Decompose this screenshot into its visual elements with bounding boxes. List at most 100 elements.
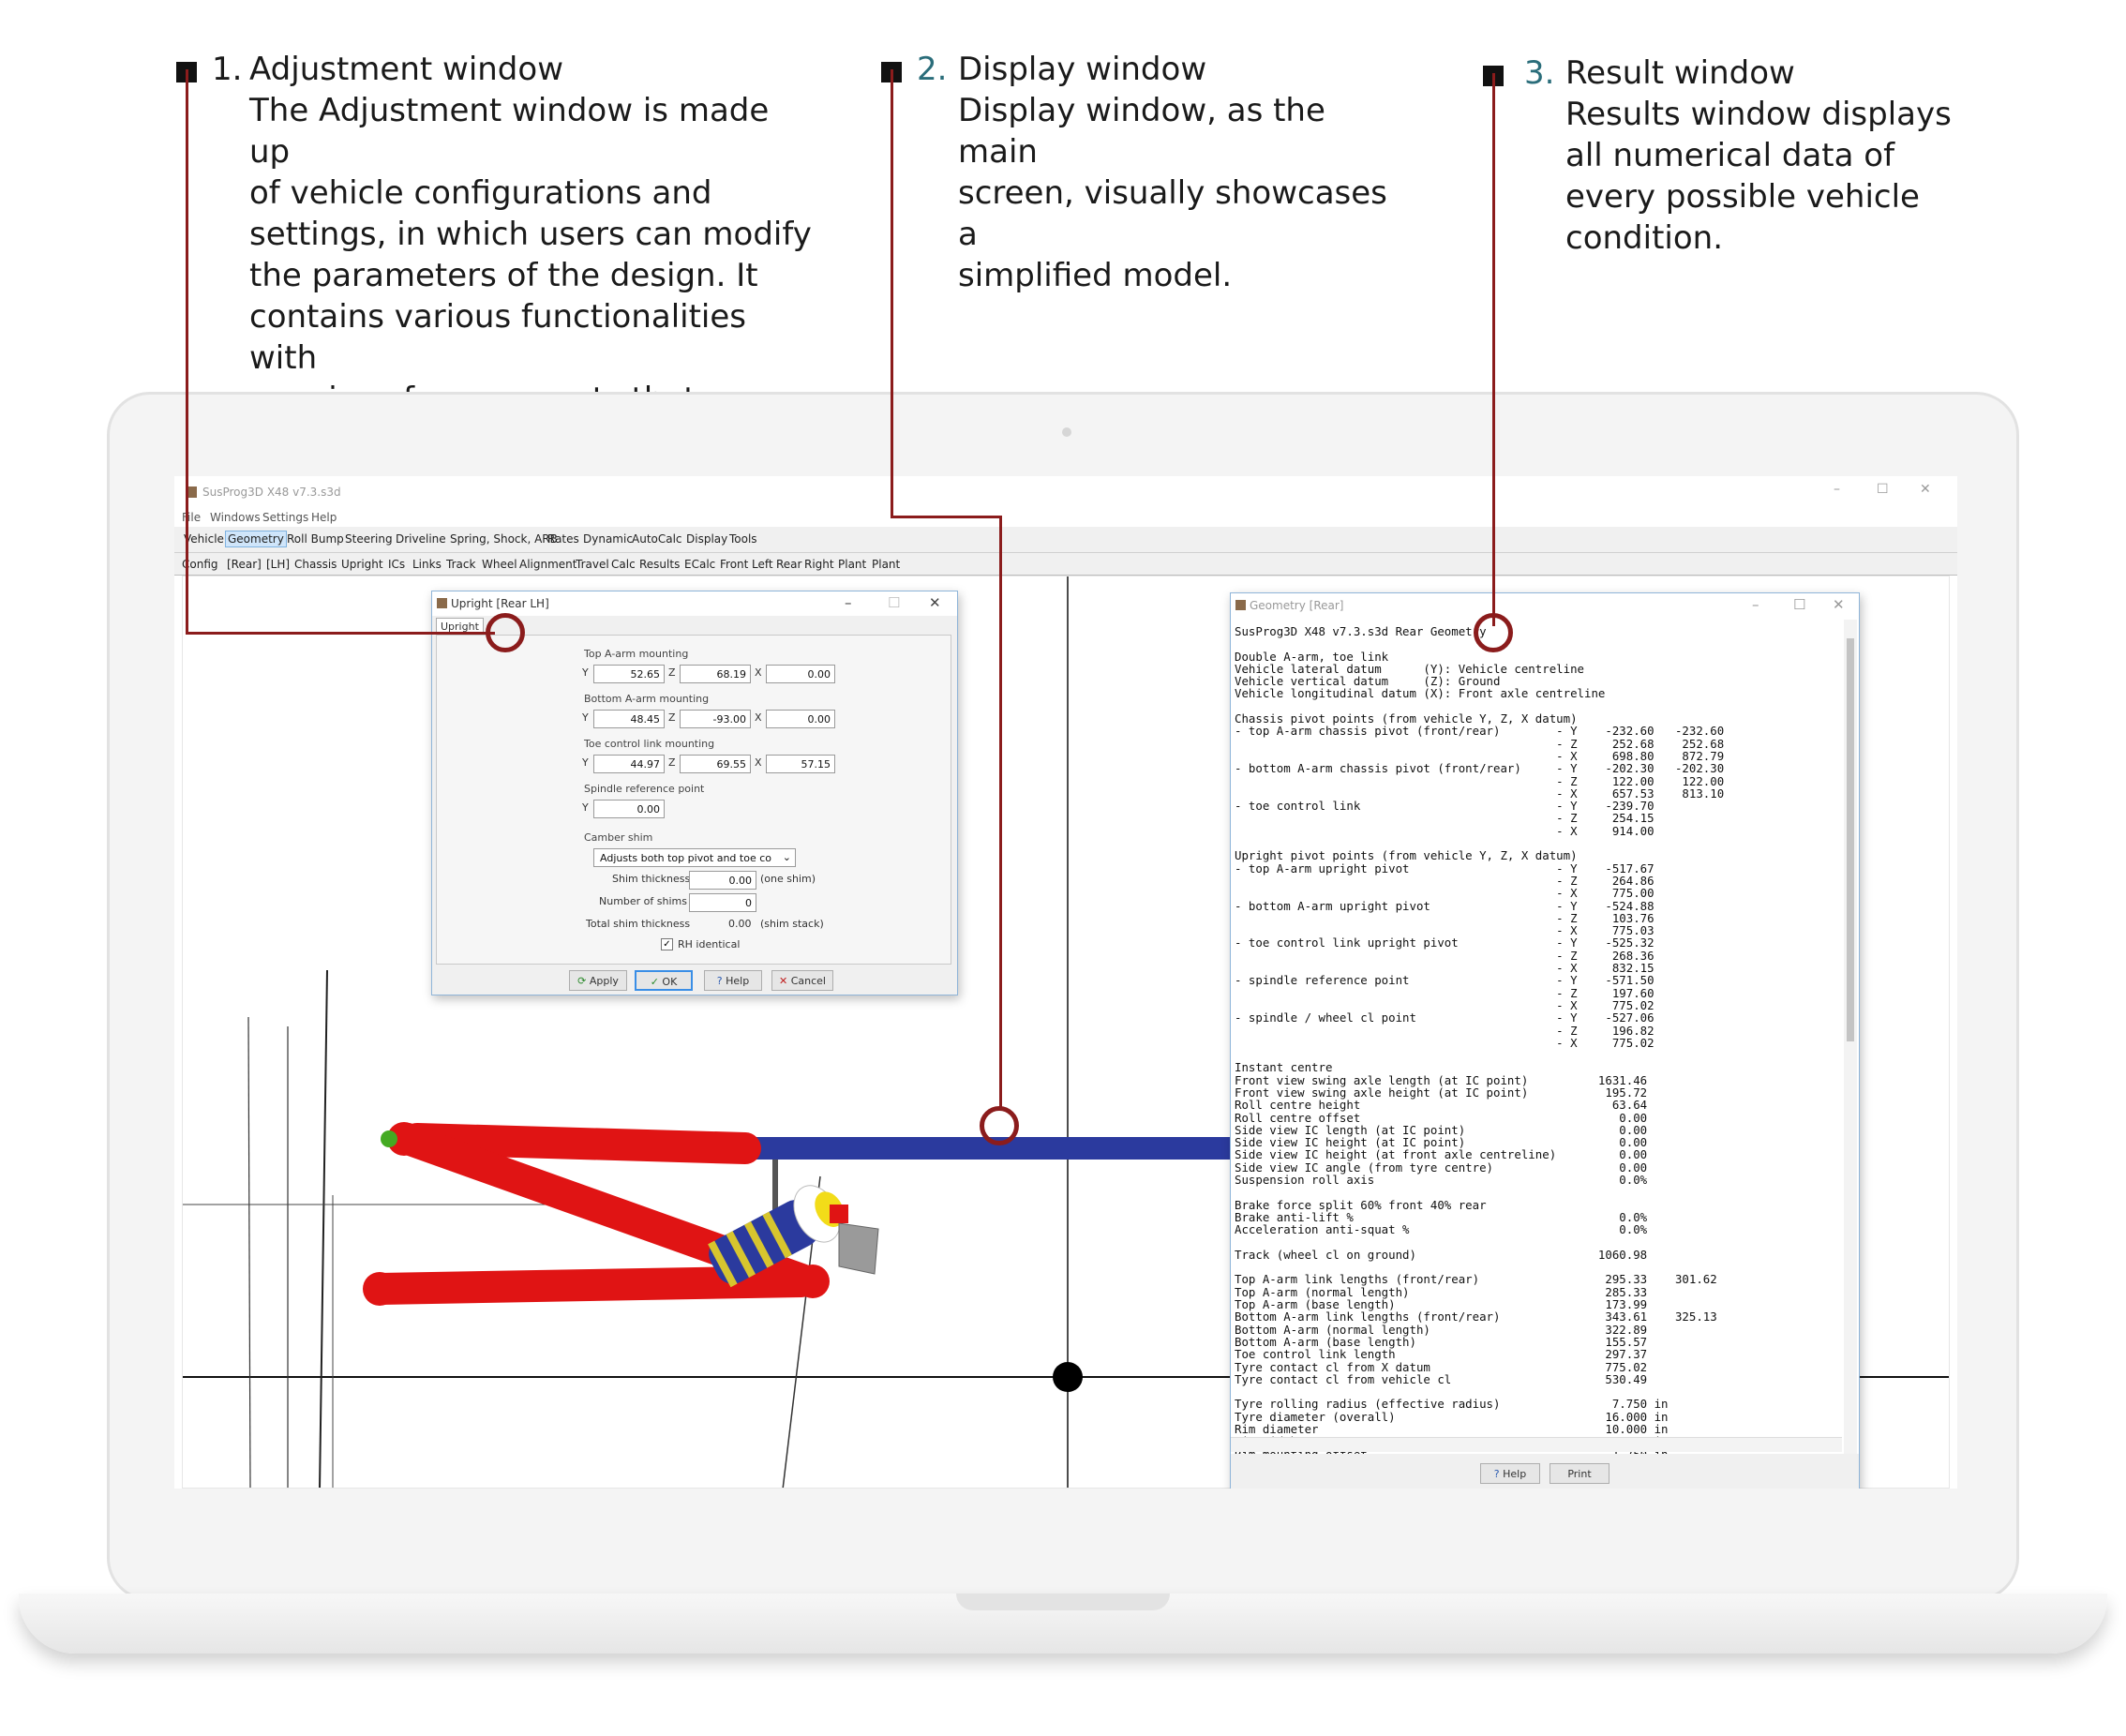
result-title: Geometry [Rear] — [1250, 599, 1344, 612]
menu-windows[interactable]: Windows — [210, 511, 261, 524]
subtab-links[interactable]: Links — [412, 558, 442, 571]
subtab-plant-2[interactable]: Plant — [872, 558, 900, 571]
menu-help[interactable]: Help — [311, 511, 337, 524]
callout-adjustment-window — [0, 0, 2126, 9]
toe-link-y-label: Y — [582, 756, 589, 769]
bottom-a-arm-x-input[interactable]: 0.00 — [766, 710, 835, 728]
menu-file[interactable]: File — [182, 511, 201, 524]
tab-tools[interactable]: Tools — [727, 532, 759, 546]
apply-button[interactable]: ⟳ Apply — [569, 970, 627, 991]
spindle-y-input[interactable]: 0.00 — [593, 800, 665, 818]
callout-1: 1. Adjustment window The Adjustment wind… — [176, 49, 814, 459]
result-close-button[interactable]: ✕ — [1833, 596, 1845, 613]
subtab-plant[interactable]: Plant — [838, 558, 866, 571]
rh-identical-checkbox[interactable]: ✓ — [661, 938, 673, 950]
laptop-screen: SusProg3D X48 v7.3.s3d – ☐ ✕ File Window… — [174, 476, 1957, 1489]
bottom-a-arm-y-input[interactable]: 48.45 — [593, 710, 665, 728]
subtab-ecalc[interactable]: ECalc — [684, 558, 715, 571]
cancel-label: Cancel — [790, 975, 826, 987]
pivot-joint-4 — [796, 1265, 830, 1298]
callout-3: 3. Result window Results window displays… — [1483, 52, 1970, 277]
adjustment-maximize-button[interactable]: ☐ — [888, 594, 900, 611]
tab-spring-shock-arb[interactable]: Spring, Shock, ARB — [448, 532, 560, 546]
subtab-front[interactable]: Front — [720, 558, 748, 571]
subtab-upright[interactable]: Upright — [341, 558, 383, 571]
shim-thickness-input[interactable]: 0.00 — [689, 871, 756, 890]
help-button[interactable]: ? Help — [704, 970, 762, 991]
print-button[interactable]: Print — [1550, 1463, 1609, 1484]
subtab-track[interactable]: Track — [446, 558, 475, 571]
leader-2-vertical-top — [891, 69, 893, 517]
bottom-a-arm-z-input[interactable]: -93.00 — [680, 710, 751, 728]
bottom-a-arm-label: Bottom A-arm mounting — [584, 693, 710, 705]
results-scroll-thumb[interactable] — [1847, 638, 1854, 1041]
subtab-chassis[interactable]: Chassis — [294, 558, 337, 571]
callout-2: 2. Display window Display window, as the… — [881, 49, 1406, 294]
callout-1-number: 1. — [212, 51, 243, 88]
wheel-line-b — [319, 969, 328, 1488]
tab-display[interactable]: Display — [684, 532, 729, 546]
tab-rates[interactable]: Rates — [546, 532, 581, 546]
result-maximize-button[interactable]: ☐ — [1793, 596, 1805, 613]
top-a-arm-y-input[interactable]: 52.65 — [593, 665, 665, 683]
subtab-right[interactable]: Right — [804, 558, 834, 571]
subtab-calc[interactable]: Calc — [611, 558, 636, 571]
callout-1-title: Adjustment window — [249, 51, 564, 88]
shim-thickness-unit: (one shim) — [760, 873, 816, 885]
number-of-shims-input[interactable]: 0 — [689, 893, 756, 912]
toe-link-z-input[interactable]: 69.55 — [680, 755, 751, 773]
tab-geometry[interactable]: Geometry — [225, 531, 287, 547]
subtab-rear[interactable]: [Rear] — [227, 558, 262, 571]
tab-vehicle[interactable]: Vehicle — [182, 532, 226, 546]
leader-1-marker — [486, 613, 525, 652]
adjustment-minimize-button[interactable]: – — [845, 594, 852, 611]
leader-2-marker — [980, 1106, 1019, 1145]
spindle-y-label: Y — [582, 801, 589, 814]
help-icon: ? — [716, 975, 723, 987]
results-horizontal-scrollbar[interactable] — [1231, 1437, 1842, 1452]
total-shim-unit: (shim stack) — [760, 918, 824, 930]
top-a-arm-x-input[interactable]: 0.00 — [766, 665, 835, 683]
close-button[interactable]: ✕ — [1920, 482, 1931, 497]
minimize-button[interactable]: – — [1834, 482, 1840, 497]
tab-roll-bump[interactable]: Roll Bump — [285, 532, 346, 546]
tab-steering[interactable]: Steering — [343, 532, 395, 546]
subtab-lh[interactable]: [LH] — [266, 558, 290, 571]
subtab-travel[interactable]: Travel — [576, 558, 609, 571]
toe-link-y-input[interactable]: 44.97 — [593, 755, 665, 773]
maximize-button[interactable]: ☐ — [1877, 482, 1889, 497]
result-minimize-button[interactable]: – — [1752, 596, 1759, 613]
print-label: Print — [1567, 1468, 1592, 1480]
subtab-results[interactable]: Results — [639, 558, 680, 571]
help-label: Help — [726, 975, 750, 987]
cancel-button[interactable]: ✕ Cancel — [771, 970, 833, 991]
ok-button[interactable]: ✓ OK — [635, 970, 693, 991]
number-of-shims-label: Number of shims — [599, 895, 687, 907]
subtab-ics[interactable]: ICs — [388, 558, 405, 571]
pivot-joint-2 — [381, 1130, 397, 1147]
laptop-notch — [956, 1594, 1170, 1610]
tab-driveline[interactable]: Driveline — [394, 532, 448, 546]
top-a-arm-z-input[interactable]: 68.19 — [680, 665, 751, 683]
callout-3-title: Result window — [1565, 54, 1795, 92]
dialog-icon — [1235, 600, 1246, 610]
adjustment-titlebar: Upright [Rear LH] – ☐ ✕ — [432, 591, 957, 616]
subtab-rear-view[interactable]: Rear — [776, 558, 801, 571]
dialog-icon — [437, 598, 447, 608]
adjustment-close-button[interactable]: ✕ — [929, 594, 941, 611]
toe-link-x-input[interactable]: 57.15 — [766, 755, 835, 773]
menu-settings[interactable]: Settings — [262, 511, 308, 524]
app-title: SusProg3D X48 v7.3.s3d — [202, 486, 341, 499]
results-footer — [1231, 1454, 1859, 1489]
results-help-button[interactable]: ? Help — [1480, 1463, 1540, 1484]
tab-autocalc[interactable]: AutoCalc — [630, 532, 684, 546]
ok-label: OK — [662, 976, 678, 988]
tab-dynamic[interactable]: Dynamic — [581, 532, 635, 546]
subtab-left[interactable]: Left — [752, 558, 773, 571]
bottom-a-arm-z-label: Z — [668, 711, 676, 724]
camber-shim-select[interactable]: Adjusts both top pivot and toe co ⌄ — [593, 848, 796, 867]
results-vertical-scrollbar[interactable] — [1844, 620, 1857, 1482]
result-titlebar: Geometry [Rear] – ☐ ✕ — [1231, 593, 1859, 618]
subtab-wheel[interactable]: Wheel — [482, 558, 517, 571]
subtab-alignment[interactable]: Alignment — [519, 558, 576, 571]
